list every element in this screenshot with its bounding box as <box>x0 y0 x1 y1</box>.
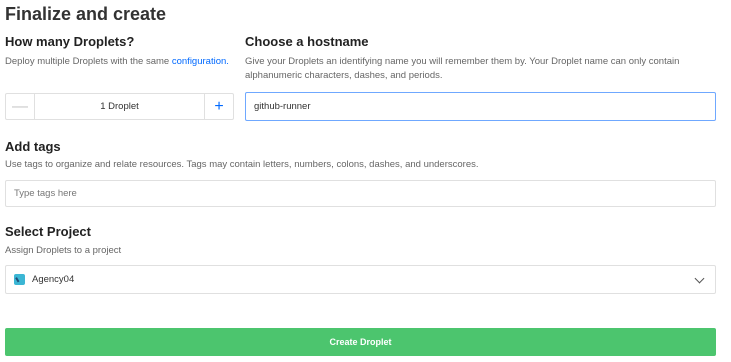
finalize-and-create-page: Finalize and create How many Droplets? D… <box>0 0 731 362</box>
plus-icon: + <box>214 97 224 115</box>
droplet-count-value: 1 Droplet <box>100 101 139 112</box>
tags-description: Use tags to organize and relate resource… <box>5 159 479 170</box>
droplets-count-heading: How many Droplets? <box>5 34 135 49</box>
configuration-link[interactable]: configuration. <box>172 56 229 67</box>
chevron-down-icon <box>694 273 705 283</box>
hostname-heading: Choose a hostname <box>245 34 369 49</box>
droplets-count-description: Deploy multiple Droplets with the same c… <box>5 55 240 69</box>
increment-button[interactable]: + <box>204 94 233 119</box>
decrement-button[interactable]: — <box>6 94 35 119</box>
project-icon <box>14 274 25 285</box>
hostname-description: Give your Droplets an identifying name y… <box>245 56 680 81</box>
project-heading: Select Project <box>5 224 91 239</box>
droplets-count-description-text: Deploy multiple Droplets with the same <box>5 56 172 67</box>
project-select-value: Agency04 <box>32 274 75 285</box>
hostname-input[interactable] <box>245 92 716 121</box>
project-select[interactable]: Agency04 <box>5 265 716 294</box>
minus-icon: — <box>12 97 28 115</box>
create-droplet-button[interactable]: Create Droplet <box>5 328 716 356</box>
page-title: Finalize and create <box>5 4 167 24</box>
project-description: Assign Droplets to a project <box>5 245 122 256</box>
tags-heading: Add tags <box>5 139 61 154</box>
droplet-quantity-stepper: — 1 Droplet + <box>5 93 234 120</box>
tags-input[interactable] <box>5 180 716 207</box>
